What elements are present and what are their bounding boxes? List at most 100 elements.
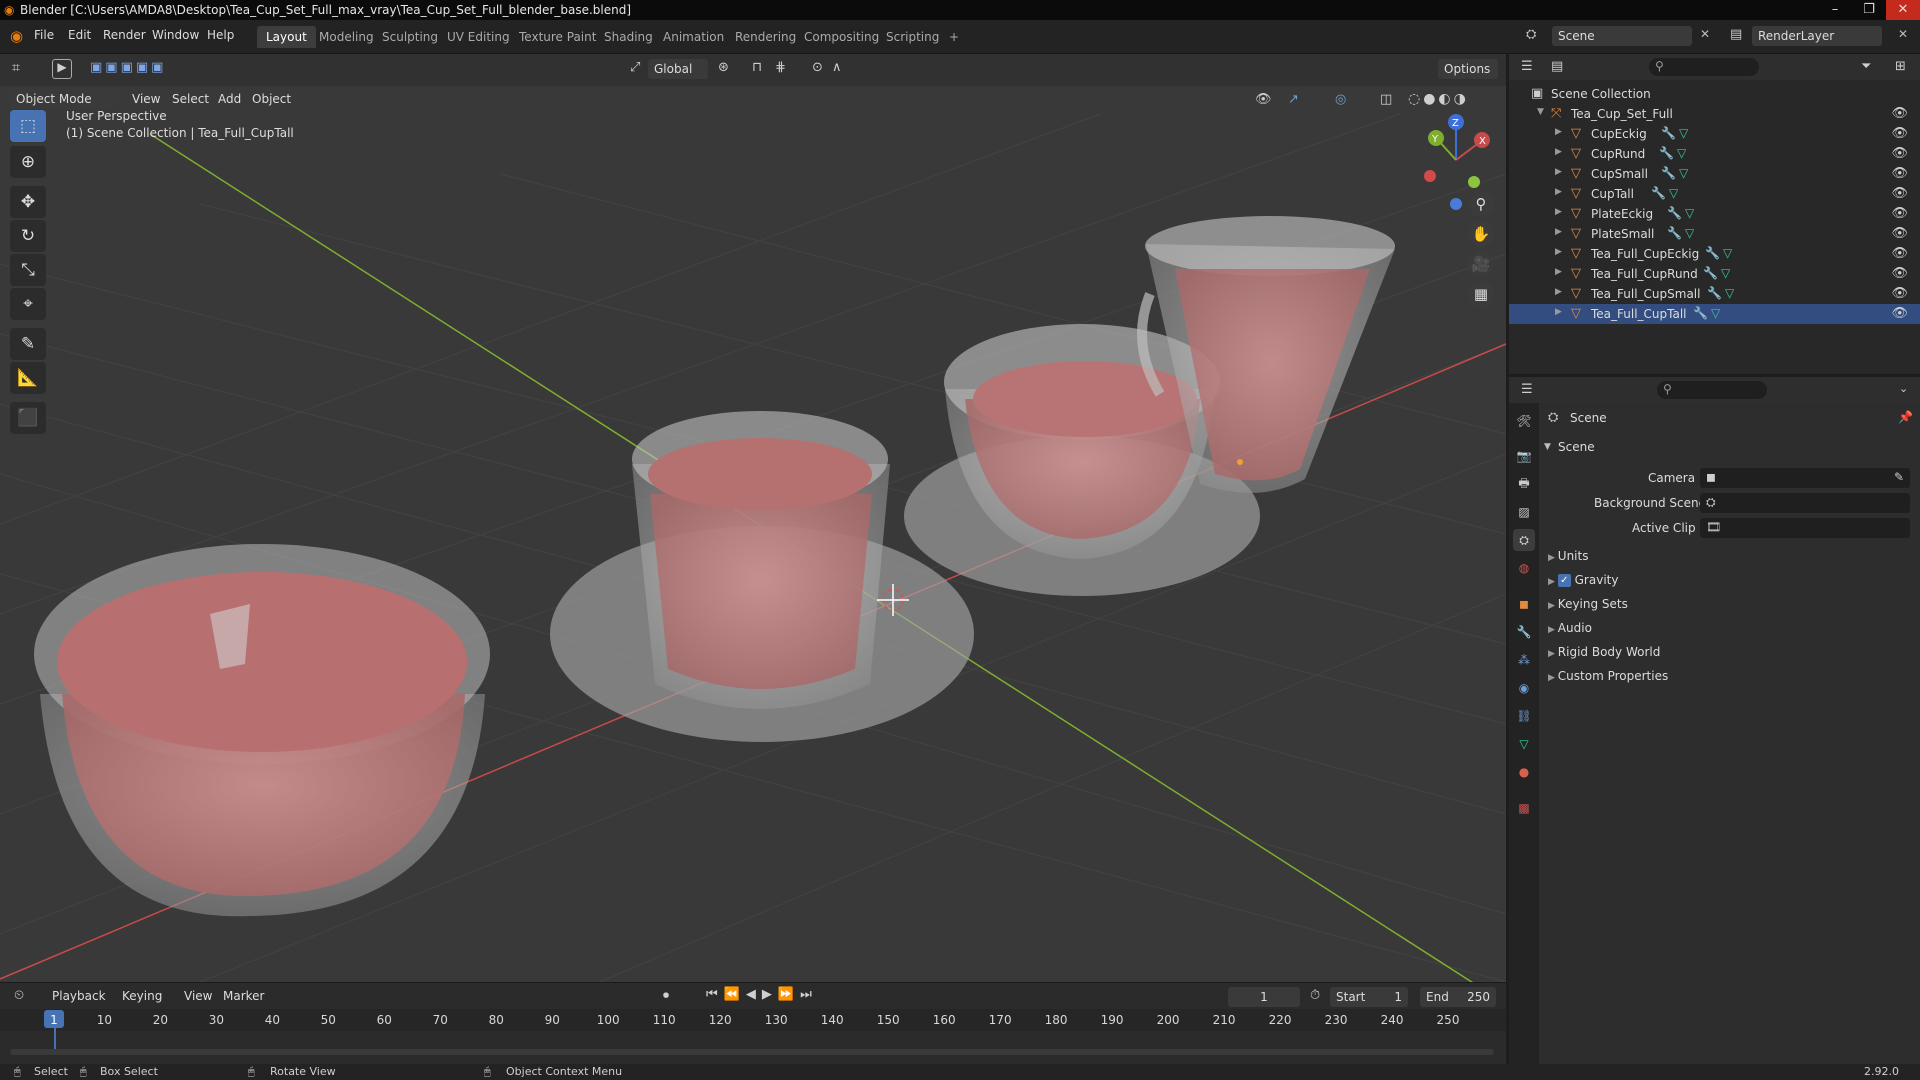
- display-mode-icon[interactable]: ▤: [1551, 59, 1563, 74]
- end-frame-field[interactable]: End 250: [1420, 987, 1496, 1007]
- modifier-properties-tab[interactable]: 🔧: [1513, 621, 1535, 643]
- stopwatch-icon[interactable]: ⏱: [1310, 988, 1320, 1003]
- outliner-row-object[interactable]: ▶ ▽ Tea_Full_CupEckig 🔧 ▽ 👁: [1509, 244, 1920, 264]
- tab-compositing[interactable]: Compositing: [795, 26, 888, 48]
- keying-sets-panel[interactable]: ▶ Keying Sets: [1548, 597, 1628, 611]
- cursor-tool[interactable]: ⊕: [10, 146, 46, 178]
- render-layer-selector[interactable]: RenderLayer: [1752, 26, 1882, 46]
- render-properties-tab[interactable]: 📷: [1513, 445, 1535, 467]
- expand-right-icon[interactable]: ▶: [1555, 187, 1562, 197]
- zoom-view-button[interactable]: ⚲: [1468, 191, 1494, 217]
- selection-mode-icons[interactable]: ▣▣▣▣▣: [90, 60, 166, 75]
- scale-tool[interactable]: ⤡: [10, 254, 46, 286]
- xray-toggle-icon[interactable]: ◫: [1380, 92, 1392, 107]
- select-tool-icon[interactable]: ▶: [52, 59, 72, 79]
- custom-properties-panel[interactable]: ▶ Custom Properties: [1548, 669, 1668, 683]
- gravity-panel[interactable]: ▶ ✓ Gravity: [1548, 573, 1618, 587]
- menu-window[interactable]: Window: [152, 28, 199, 42]
- outliner-row-object[interactable]: ▶ ▽ CupTall 🔧 ▽ 👁: [1509, 184, 1920, 204]
- rotate-tool[interactable]: ↻: [10, 220, 46, 252]
- background-scene-field[interactable]: ⛭: [1700, 493, 1910, 513]
- expand-right-icon[interactable]: ▶: [1555, 207, 1562, 217]
- annotate-tool[interactable]: ✎: [10, 328, 46, 360]
- menu-help[interactable]: Help: [207, 28, 234, 42]
- eye-icon[interactable]: 👁: [1891, 106, 1908, 121]
- snap-icon[interactable]: ⊓: [752, 60, 762, 75]
- eye-icon[interactable]: 👁: [1891, 146, 1908, 161]
- ortho-toggle-button[interactable]: ▦: [1468, 281, 1494, 307]
- timeline-menu-view[interactable]: View: [184, 989, 212, 1003]
- filter-icon[interactable]: ⏷: [1861, 59, 1871, 74]
- scene-properties-tab[interactable]: ⛭: [1513, 529, 1535, 551]
- expand-right-icon[interactable]: ▶: [1555, 247, 1562, 257]
- eye-icon[interactable]: 👁: [1891, 266, 1908, 281]
- texture-properties-tab[interactable]: ▩: [1513, 797, 1535, 819]
- tab-layout[interactable]: Layout: [257, 26, 316, 48]
- tab-shading[interactable]: Shading: [595, 26, 662, 48]
- expand-right-icon[interactable]: ▶: [1555, 287, 1562, 297]
- world-properties-tab[interactable]: ◍: [1513, 557, 1535, 579]
- tab-uv-editing[interactable]: UV Editing: [438, 26, 519, 48]
- timeline-scrollbar[interactable]: [10, 1049, 1494, 1055]
- add-cube-tool[interactable]: ⬛: [10, 402, 46, 434]
- maximize-button[interactable]: ❐: [1852, 0, 1886, 20]
- viewport-menu-select[interactable]: Select: [172, 92, 209, 106]
- outliner-row-object[interactable]: ▶ ▽ CupSmall 🔧 ▽ 👁: [1509, 164, 1920, 184]
- eye-icon[interactable]: 👁: [1891, 166, 1908, 181]
- properties-search-input[interactable]: ⚲: [1657, 381, 1767, 399]
- pivot-point-icon[interactable]: ⊛: [718, 60, 729, 75]
- snap-target-icon[interactable]: ⋕: [775, 60, 786, 75]
- outliner-row-scene-collection[interactable]: ▣ Scene Collection: [1509, 84, 1920, 104]
- view-layer-properties-tab[interactable]: ▨: [1513, 501, 1535, 523]
- start-frame-field[interactable]: Start 1: [1330, 987, 1408, 1007]
- tool-properties-tab[interactable]: 🛠: [1513, 410, 1535, 432]
- add-workspace-button[interactable]: +: [940, 26, 968, 48]
- timeline-menu-playback[interactable]: Playback: [52, 989, 106, 1003]
- expand-right-icon[interactable]: ▶: [1555, 307, 1562, 317]
- object-properties-tab[interactable]: ◼: [1513, 593, 1535, 615]
- outliner-row-object[interactable]: ▶ ▽ Tea_Full_CupSmall 🔧 ▽ 👁: [1509, 284, 1920, 304]
- 3d-viewport[interactable]: Z X Y ⌗ ▶ ▣▣▣▣▣ ⤢ Global ⊛ ⊓ ⋕ ⊙ ∧ Optio…: [0, 54, 1506, 982]
- eye-icon[interactable]: 👁: [1891, 286, 1908, 301]
- editor-type-icon[interactable]: ⌗: [12, 60, 20, 76]
- timeline-menu-keying[interactable]: Keying: [122, 989, 162, 1003]
- properties-editor-icon[interactable]: ☰: [1521, 382, 1533, 397]
- transform-orientation-select[interactable]: Global: [648, 59, 708, 79]
- expand-right-icon[interactable]: ▶: [1555, 167, 1562, 177]
- menu-file[interactable]: File: [34, 28, 54, 42]
- eye-icon[interactable]: 👁: [1891, 126, 1908, 141]
- pin-icon[interactable]: 📌: [1898, 410, 1913, 424]
- current-frame-field[interactable]: 1: [1228, 987, 1300, 1007]
- expand-down-icon[interactable]: ▼: [1544, 442, 1551, 452]
- timeline-menu-marker[interactable]: Marker: [223, 989, 264, 1003]
- chevron-down-icon[interactable]: ⌄: [1899, 382, 1908, 395]
- camera-field[interactable]: ◼ ✎: [1700, 468, 1910, 488]
- units-panel[interactable]: ▶ Units: [1548, 549, 1588, 563]
- output-properties-tab[interactable]: 🖶: [1513, 473, 1535, 495]
- viewport-menu-add[interactable]: Add: [218, 92, 241, 106]
- close-window-button[interactable]: ✕: [1886, 0, 1920, 20]
- eye-icon[interactable]: 👁: [1891, 226, 1908, 241]
- material-properties-tab[interactable]: ●: [1513, 761, 1535, 783]
- outliner-row-object-active[interactable]: ▶ ▽ Tea_Full_CupTall 🔧 ▽ 👁: [1509, 304, 1920, 324]
- options-dropdown[interactable]: Options: [1438, 59, 1498, 79]
- close-scene-icon[interactable]: ✕: [1700, 27, 1710, 41]
- expand-right-icon[interactable]: ▶: [1555, 227, 1562, 237]
- move-tool[interactable]: ✥: [10, 186, 46, 218]
- menu-edit[interactable]: Edit: [68, 28, 91, 42]
- data-properties-tab[interactable]: ▽: [1513, 733, 1535, 755]
- gizmo-toggle-icon[interactable]: ↗: [1288, 92, 1299, 107]
- outliner-row-object[interactable]: ▶ ▽ Tea_Full_CupRund 🔧 ▽ 👁: [1509, 264, 1920, 284]
- outliner-row-object[interactable]: ▶ ▽ PlateEckig 🔧 ▽ 👁: [1509, 204, 1920, 224]
- object-mode-select[interactable]: Object Mode: [10, 89, 118, 109]
- timeline-editor-icon[interactable]: ⏲: [14, 988, 24, 1003]
- active-clip-field[interactable]: 🎞: [1700, 518, 1910, 538]
- eyedropper-icon[interactable]: ✎: [1894, 470, 1904, 484]
- gravity-checkbox[interactable]: ✓: [1557, 574, 1571, 587]
- expand-right-icon[interactable]: ▶: [1555, 267, 1562, 277]
- audio-panel[interactable]: ▶ Audio: [1548, 621, 1592, 635]
- constraint-properties-tab[interactable]: ⛓: [1513, 705, 1535, 727]
- menu-render[interactable]: Render: [103, 28, 146, 42]
- minimize-button[interactable]: –: [1818, 0, 1852, 20]
- measure-tool[interactable]: 📐: [10, 362, 46, 394]
